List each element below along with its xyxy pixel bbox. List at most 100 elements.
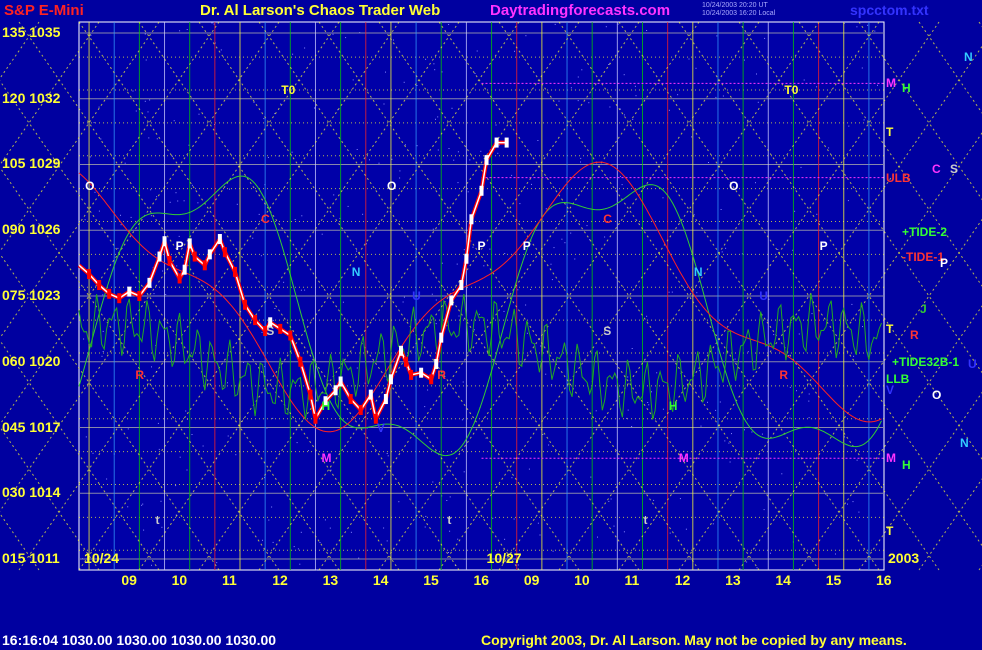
speck [597, 536, 598, 538]
speck [258, 213, 260, 215]
timestamp-local: 10/24/2003 16:20 Local [702, 10, 776, 17]
speck [632, 118, 634, 120]
speck [761, 433, 763, 435]
speck [728, 442, 730, 444]
speck [463, 471, 465, 473]
speck [669, 532, 671, 534]
speck [448, 24, 450, 25]
speck [308, 450, 309, 452]
speck [853, 355, 855, 357]
speck [124, 162, 126, 164]
speck [862, 326, 863, 328]
speck [462, 381, 464, 383]
speck [558, 100, 560, 102]
speck [157, 422, 159, 424]
speck [861, 67, 863, 69]
speck [185, 410, 187, 412]
x-tick-label: 14 [372, 572, 389, 588]
speck [631, 348, 633, 349]
speck [811, 313, 813, 315]
speck [151, 564, 152, 566]
speck [432, 228, 434, 230]
price-bar [368, 389, 373, 400]
chart-title: S&P E-Mini [4, 2, 84, 19]
speck [453, 159, 455, 161]
speck [485, 437, 487, 439]
speck [283, 281, 285, 283]
speck [540, 345, 542, 347]
speck [646, 30, 648, 31]
speck [610, 498, 612, 500]
y-tick-label: 045 1017 [2, 418, 61, 435]
speck [646, 315, 648, 317]
speck [391, 158, 393, 160]
price-bar [399, 345, 403, 356]
price-bar [253, 315, 258, 326]
price-bar [338, 376, 343, 387]
cycle-marker-label: R [779, 367, 789, 382]
speck [268, 519, 270, 521]
speck [698, 370, 700, 372]
speck [427, 389, 429, 391]
right-edge-label: ULB [886, 170, 911, 185]
right-edge-label: V [886, 383, 895, 398]
price-bar [278, 323, 283, 334]
speck [497, 152, 499, 154]
speck [803, 79, 805, 81]
speck [358, 557, 360, 559]
side-legend-label: O [932, 387, 942, 402]
speck [551, 279, 553, 281]
speck [332, 33, 334, 35]
speck [796, 390, 797, 392]
x-tick-label: 14 [775, 572, 791, 588]
price-bar [383, 394, 388, 405]
speck [847, 503, 848, 505]
speck [648, 404, 650, 406]
price-bar [504, 137, 509, 148]
speck [263, 118, 265, 120]
x-tick-label: 13 [322, 572, 339, 588]
speck [85, 436, 87, 438]
speck [542, 434, 544, 435]
side-legend-label: N [964, 50, 973, 65]
speck [92, 452, 94, 454]
speck [158, 448, 160, 450]
speck [856, 459, 858, 461]
speck [300, 289, 302, 291]
speck [590, 476, 592, 478]
price-readout: 16:16:04 1030.00 1030.00 1030.00 1030.00 [2, 632, 277, 648]
speck [519, 203, 521, 205]
site-link[interactable]: Daytradingforecasts.com [490, 2, 670, 19]
speck [451, 107, 453, 109]
speck [345, 37, 347, 39]
speck [229, 188, 230, 190]
speck [580, 161, 581, 163]
speck [800, 166, 802, 168]
price-bar [87, 269, 92, 280]
y-tick-label: 135 1035 [2, 23, 61, 40]
speck [148, 137, 150, 139]
price-bar [288, 330, 293, 341]
speck [404, 144, 406, 146]
speck [756, 567, 758, 569]
price-bar [187, 238, 192, 249]
cycle-marker-label: V [376, 420, 385, 435]
speck [435, 299, 437, 301]
speck [564, 242, 566, 244]
speck [144, 33, 146, 35]
cycle-marker-label: t [155, 512, 160, 527]
speck [402, 301, 404, 303]
speck [300, 531, 302, 533]
cycle-marker-label: t [643, 512, 648, 527]
speck [191, 184, 193, 186]
speck [623, 114, 625, 116]
cycle-marker-label: N [351, 264, 361, 279]
x-tick-label: 16 [473, 572, 490, 588]
speck [132, 90, 134, 92]
speck [731, 433, 732, 435]
speck [150, 215, 152, 217]
side-legend-label: -TIDE-1 [902, 249, 944, 264]
speck [403, 81, 405, 83]
speck [183, 200, 185, 202]
speck [456, 263, 458, 265]
